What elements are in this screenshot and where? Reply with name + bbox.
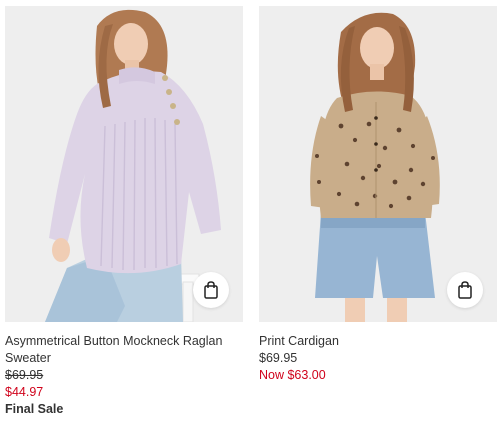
final-sale-badge: Final Sale: [5, 402, 64, 416]
product-image-link[interactable]: [259, 6, 497, 322]
shopping-bag-icon: [458, 281, 472, 299]
add-to-bag-button[interactable]: [447, 272, 483, 308]
product-name-link[interactable]: Asymmetrical Button Mockneck Raglan Swea…: [5, 333, 243, 367]
sale-price: $44.97: [5, 385, 44, 399]
product-card: Print Cardigan $69.95 Now $63.00: [259, 6, 497, 384]
original-price: $69.95: [259, 351, 298, 365]
product-info: Print Cardigan $69.95 Now $63.00: [259, 322, 497, 384]
product-name-link[interactable]: Print Cardigan: [259, 333, 497, 350]
shopping-bag-icon: [204, 281, 218, 299]
product-card: Asymmetrical Button Mockneck Raglan Swea…: [5, 6, 243, 418]
sale-price: Now $63.00: [259, 368, 326, 382]
product-info: Asymmetrical Button Mockneck Raglan Swea…: [5, 322, 243, 418]
product-image-link[interactable]: [5, 6, 243, 322]
original-price: $69.95: [5, 368, 44, 382]
product-grid: Asymmetrical Button Mockneck Raglan Swea…: [0, 0, 501, 431]
add-to-bag-button[interactable]: [193, 272, 229, 308]
